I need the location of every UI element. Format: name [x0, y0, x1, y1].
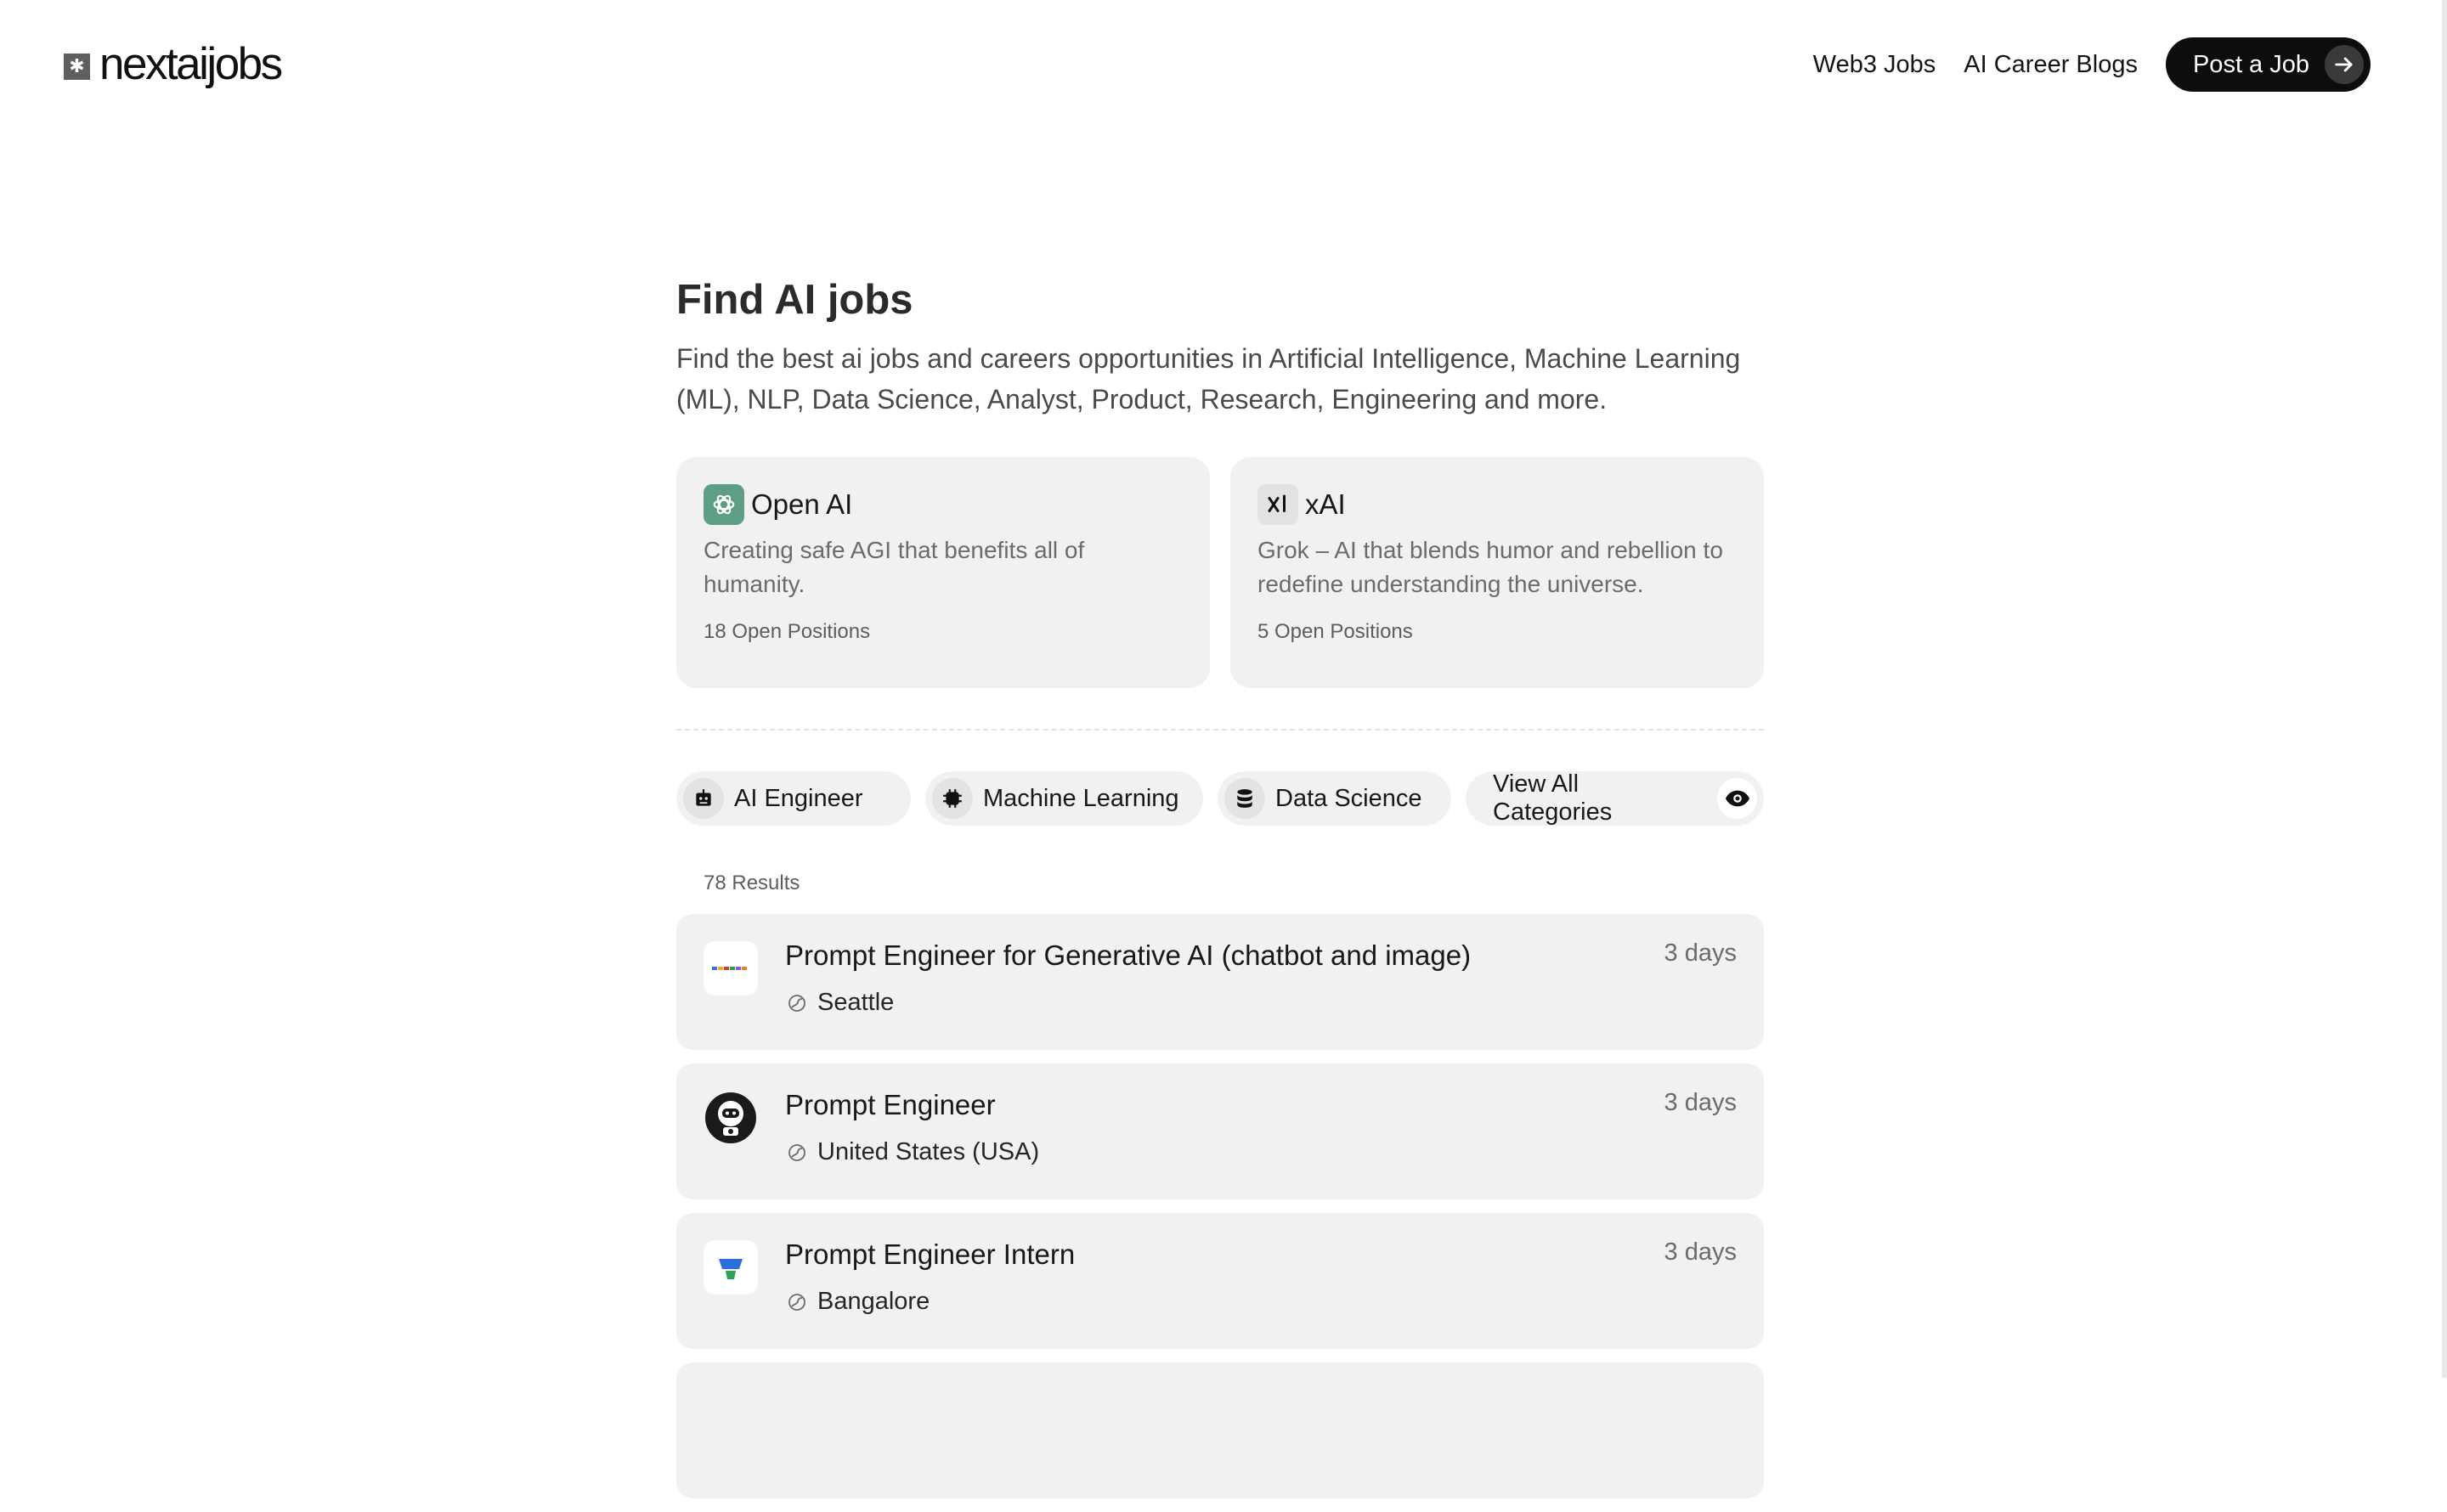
company-name: xAI — [1305, 488, 1346, 520]
nav-link-web3-jobs[interactable]: Web3 Jobs — [1813, 51, 1936, 79]
job-location-text: Bangalore — [817, 1288, 930, 1315]
company-card-xai[interactable]: xAI Grok – AI that blends humor and rebe… — [1230, 457, 1764, 688]
main-content: Find AI jobs Find the best ai jobs and c… — [676, 272, 1764, 1512]
category-label: AI Engineer — [734, 784, 863, 812]
job-card[interactable]: Prompt Engineer for Generative AI (chatb… — [676, 914, 1764, 1050]
company-card-openai[interactable]: Open AI Creating safe AGI that benefits … — [676, 457, 1210, 688]
logo-text: nextaijobs — [99, 38, 283, 89]
category-label: View All Categories — [1493, 770, 1613, 826]
company-header: Open AI — [704, 484, 1183, 525]
category-label: Data Science — [1275, 784, 1422, 812]
page-title: Find AI jobs — [676, 277, 913, 323]
astronaut-logo-icon — [704, 1091, 758, 1145]
chip-icon — [932, 778, 973, 819]
job-location-text: United States (USA) — [817, 1138, 1040, 1165]
open-positions-count: 18 Open Positions — [704, 620, 871, 643]
nav-link-ai-career-blogs[interactable]: AI Career Blogs — [1964, 51, 2138, 79]
asterisk-square-icon: ✱ — [64, 53, 90, 80]
database-icon — [1224, 778, 1265, 819]
top-nav: Web3 Jobs AI Career Blogs Post a Job — [1813, 37, 2371, 92]
job-location-text: Seattle — [817, 989, 895, 1016]
job-card[interactable] — [676, 1362, 1764, 1498]
job-card[interactable]: Prompt Engineer Intern Bangalore 3 days — [676, 1213, 1764, 1349]
page-scrollbar[interactable] — [2442, 0, 2447, 1378]
job-list: Prompt Engineer for Generative AI (chatb… — [676, 914, 1764, 1498]
category-chip-machine-learning[interactable]: Machine Learning — [925, 771, 1203, 826]
job-title: Prompt Engineer Intern — [785, 1238, 1076, 1270]
company-logo-icon — [704, 941, 758, 996]
xai-logo-icon — [1257, 484, 1298, 525]
page-description: Find the best ai jobs and careers opport… — [676, 343, 1741, 415]
open-positions-count: 5 Open Positions — [1257, 620, 1413, 643]
robot-icon — [683, 778, 724, 819]
company-header: xAI — [1257, 484, 1737, 525]
job-location: Seattle — [787, 989, 894, 1017]
company-name: Open AI — [751, 488, 853, 520]
section-divider — [676, 729, 1764, 731]
job-title: Prompt Engineer for Generative AI (chatb… — [785, 939, 1472, 971]
company-description: Grok – AI that blends humor and rebellio… — [1257, 537, 1723, 597]
company-logo-icon — [704, 1240, 758, 1295]
post-job-button[interactable]: Post a Job — [2165, 37, 2371, 92]
featured-companies: Open AI Creating safe AGI that benefits … — [676, 457, 1764, 688]
job-card[interactable]: Prompt Engineer United States (USA) 3 da… — [676, 1063, 1764, 1199]
arrow-right-icon — [2325, 45, 2364, 84]
post-job-label: Post a Job — [2192, 50, 2309, 78]
job-posted-time: 3 days — [1664, 939, 1737, 967]
globe-icon — [787, 993, 807, 1013]
globe-icon — [787, 1292, 807, 1312]
job-location: United States (USA) — [787, 1138, 1039, 1166]
site-logo[interactable]: ✱ nextaijobs — [64, 34, 283, 93]
job-posted-time: 3 days — [1664, 1238, 1737, 1266]
results-count: 78 Results — [704, 872, 800, 894]
eye-icon — [1717, 778, 1757, 819]
company-description: Creating safe AGI that benefits all of h… — [704, 537, 1085, 597]
job-location: Bangalore — [787, 1288, 930, 1316]
job-title: Prompt Engineer — [785, 1089, 996, 1120]
view-all-categories-button[interactable]: View All Categories — [1466, 770, 1764, 826]
openai-logo-icon — [704, 484, 744, 525]
category-chips: AI Engineer Machine Learning Data Scienc… — [676, 770, 1764, 826]
site-header: ✱ nextaijobs Web3 Jobs AI Career Blogs P… — [0, 0, 2447, 127]
job-posted-time: 3 days — [1664, 1089, 1737, 1116]
category-label: Machine Learning — [983, 784, 1179, 812]
globe-icon — [787, 1142, 807, 1163]
category-chip-data-science[interactable]: Data Science — [1218, 771, 1451, 826]
category-chip-ai-engineer[interactable]: AI Engineer — [676, 771, 911, 826]
